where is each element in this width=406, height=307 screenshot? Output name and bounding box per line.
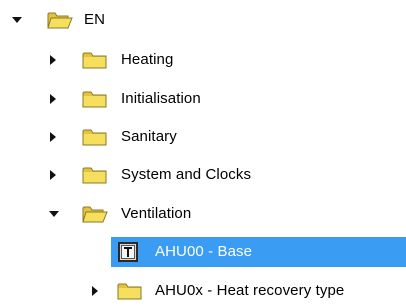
tree-node-label: Heating (121, 51, 174, 68)
tree-node-ventilation[interactable]: Ventilation (0, 199, 406, 229)
folder-open-icon (82, 204, 108, 224)
tree-node-label: Sanitary (121, 128, 177, 145)
expand-arrow-icon[interactable] (49, 211, 59, 217)
tree-node-label: AHU00 - Base (155, 243, 253, 260)
collapse-arrow-icon[interactable] (92, 286, 98, 296)
tree-node-en[interactable]: EN (0, 5, 406, 35)
tree-node-label: System and Clocks (121, 166, 252, 183)
tree-node-system-and-clocks[interactable]: System and Clocks (0, 160, 406, 190)
tree-node-heating[interactable]: Heating (0, 45, 406, 75)
tree-node-label: EN (84, 11, 106, 28)
collapse-arrow-icon[interactable] (50, 94, 56, 104)
folder-icon (117, 281, 143, 301)
tree-node-ahu0x-heat-recovery-type[interactable]: AHU0x - Heat recovery type (0, 276, 406, 306)
expand-arrow-icon[interactable] (12, 17, 22, 23)
folder-tree: EN Heating Initialisation Sanitary Syste… (0, 0, 406, 307)
folder-icon (82, 50, 108, 70)
collapse-arrow-icon[interactable] (50, 132, 56, 142)
tree-node-label: Initialisation (121, 90, 201, 107)
folder-icon (82, 127, 108, 147)
collapse-arrow-icon[interactable] (50, 55, 56, 65)
tree-node-sanitary[interactable]: Sanitary (0, 122, 406, 152)
folder-icon (82, 165, 108, 185)
tree-node-ahu00-base[interactable]: AHU00 - Base (0, 237, 406, 267)
tree-node-initialisation[interactable]: Initialisation (0, 84, 406, 114)
tree-node-label: AHU0x - Heat recovery type (155, 282, 345, 299)
template-icon (117, 241, 139, 263)
folder-open-icon (47, 10, 73, 30)
folder-icon (82, 89, 108, 109)
collapse-arrow-icon[interactable] (50, 170, 56, 180)
tree-node-label: Ventilation (121, 205, 192, 222)
